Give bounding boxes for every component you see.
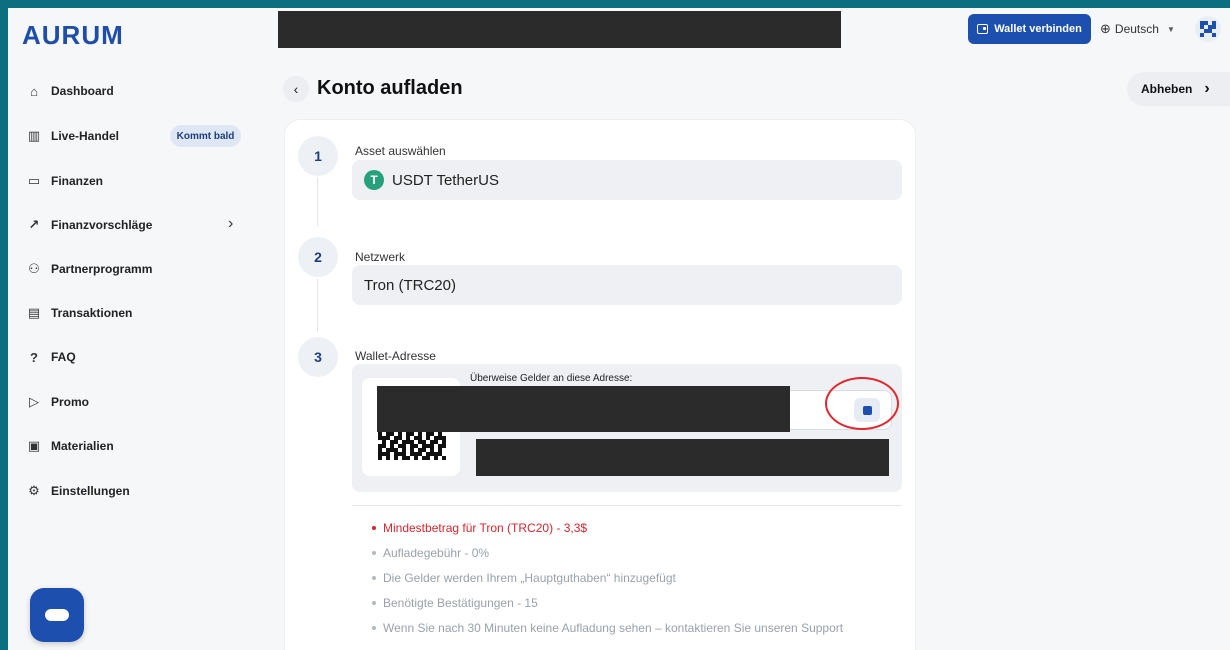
confirmations-note: Benötigte Bestätigungen - 15 bbox=[372, 596, 538, 610]
step-connector bbox=[317, 279, 318, 332]
back-button[interactable]: ‹ bbox=[283, 76, 309, 102]
sidebar-item-label: Dashboard bbox=[51, 84, 114, 98]
sidebar-item-label: Finanzvorschläge bbox=[51, 218, 153, 232]
withdraw-label: Abheben bbox=[1141, 82, 1193, 96]
note-text: Wenn Sie nach 30 Minuten keine Aufladung… bbox=[383, 621, 844, 635]
gear-icon: ⚙ bbox=[28, 483, 40, 498]
caret-down-icon: ▼ bbox=[1166, 24, 1175, 34]
bullet-icon bbox=[372, 601, 376, 605]
support-chat-button[interactable] bbox=[30, 588, 84, 642]
sidebar-item-finanzvorschlaege[interactable]: ↗ Finanzvorschläge bbox=[26, 213, 246, 237]
minimum-amount-note: Mindestbetrag für Tron (TRC20) - 3,3$ bbox=[372, 521, 587, 535]
divider bbox=[352, 505, 902, 506]
globe-icon: ⊕ bbox=[1100, 21, 1111, 36]
bullet-icon bbox=[372, 576, 376, 580]
question-icon: ? bbox=[30, 349, 38, 365]
sidebar-item-transaktionen[interactable]: ▤ Transaktionen bbox=[26, 301, 246, 325]
sidebar-item-label: Promo bbox=[51, 395, 90, 409]
bullet-icon bbox=[372, 526, 376, 530]
promo-icon: ▷ bbox=[29, 394, 39, 409]
chat-bubble-icon bbox=[45, 609, 69, 621]
highlight-annotation bbox=[825, 377, 899, 430]
avatar-pattern-icon bbox=[1200, 21, 1216, 37]
sidebar-item-label: Partnerprogramm bbox=[51, 262, 153, 276]
note-text: Die Gelder werden Ihrem „Hauptguthaben“ … bbox=[383, 571, 676, 585]
note-text: Aufladegebühr - 0% bbox=[383, 546, 490, 560]
sidebar-item-einstellungen[interactable]: ⚙ Einstellungen bbox=[26, 479, 246, 503]
trend-icon: ↗ bbox=[28, 217, 40, 232]
step-number: 3 bbox=[298, 337, 338, 377]
sidebar-item-finanzen[interactable]: ▭ Finanzen bbox=[26, 169, 246, 193]
redacted-address-info bbox=[476, 439, 889, 476]
step-number: 2 bbox=[298, 237, 338, 277]
sidebar-item-dashboard[interactable]: ⌂ Dashboard bbox=[26, 79, 246, 103]
sidebar-item-label: Materialien bbox=[51, 439, 114, 453]
step-number: 1 bbox=[298, 136, 338, 176]
address-caption: Überweise Gelder an diese Adresse: bbox=[470, 373, 633, 384]
materials-icon: ▣ bbox=[27, 438, 41, 453]
support-note: Wenn Sie nach 30 Minuten keine Aufladung… bbox=[372, 621, 843, 635]
language-label: Deutsch bbox=[1114, 22, 1159, 36]
document-icon: ▤ bbox=[27, 305, 41, 320]
sidebar-item-materialien[interactable]: ▣ Materialien bbox=[26, 434, 246, 458]
sidebar-item-faq[interactable]: ? FAQ bbox=[26, 345, 246, 369]
connect-wallet-label: Wallet verbinden bbox=[994, 23, 1082, 35]
qr-code-pattern bbox=[378, 428, 446, 460]
network-value: Tron (TRC20) bbox=[364, 276, 456, 294]
balance-note: Die Gelder werden Ihrem „Hauptguthaben“ … bbox=[372, 571, 676, 585]
sidebar-item-promo[interactable]: ▷ Promo bbox=[26, 390, 246, 414]
app-window: AURUM Wallet verbinden ⊕ Deutsch ▼ ⌂ Das… bbox=[8, 8, 1230, 650]
home-icon: ⌂ bbox=[30, 83, 38, 99]
chevron-right-icon: › bbox=[1204, 80, 1210, 97]
aurum-logo[interactable]: AURUM bbox=[22, 20, 124, 51]
tether-icon: T bbox=[364, 170, 384, 190]
language-selector[interactable]: ⊕ Deutsch ▼ bbox=[1100, 20, 1175, 38]
redacted-wallet-address bbox=[377, 386, 790, 432]
user-avatar[interactable] bbox=[1195, 16, 1221, 42]
step-label: Asset auswählen bbox=[355, 144, 446, 158]
coming-soon-badge: Kommt bald bbox=[170, 125, 241, 147]
page-title: Konto aufladen bbox=[317, 77, 463, 99]
people-icon: ⚇ bbox=[28, 261, 40, 276]
step-label: Wallet-Adresse bbox=[355, 349, 436, 363]
sidebar-item-label: Finanzen bbox=[51, 174, 104, 188]
chevron-right-icon[interactable]: › bbox=[228, 215, 233, 233]
redacted-header-area bbox=[278, 11, 841, 48]
bullet-icon bbox=[372, 551, 376, 555]
note-text: Benötigte Bestätigungen - 15 bbox=[383, 596, 538, 610]
sidebar-item-label: FAQ bbox=[51, 350, 76, 364]
sidebar-item-label: Live-Handel bbox=[51, 129, 120, 143]
step-label: Netzwerk bbox=[355, 250, 406, 264]
sidebar-item-label: Transaktionen bbox=[51, 306, 133, 320]
network-select[interactable]: Tron (TRC20) bbox=[352, 265, 902, 305]
asset-value: USDT TetherUS bbox=[392, 171, 499, 189]
bar-chart-icon: ▥ bbox=[27, 128, 41, 143]
wallet-icon bbox=[977, 24, 989, 34]
fee-note: Aufladegebühr - 0% bbox=[372, 546, 489, 560]
withdraw-button[interactable]: Abheben › bbox=[1127, 72, 1230, 106]
connect-wallet-button[interactable]: Wallet verbinden bbox=[968, 14, 1091, 44]
wallet-icon: ▭ bbox=[27, 173, 41, 188]
note-text: Mindestbetrag für Tron (TRC20) - 3,3$ bbox=[383, 521, 588, 535]
asset-select[interactable]: T USDT TetherUS bbox=[352, 160, 902, 200]
bullet-icon bbox=[372, 626, 376, 630]
step-connector bbox=[317, 178, 318, 226]
chevron-left-icon: ‹ bbox=[293, 81, 299, 97]
sidebar-item-label: Einstellungen bbox=[51, 484, 130, 498]
sidebar-item-partnerprogramm[interactable]: ⚇ Partnerprogramm bbox=[26, 257, 246, 281]
